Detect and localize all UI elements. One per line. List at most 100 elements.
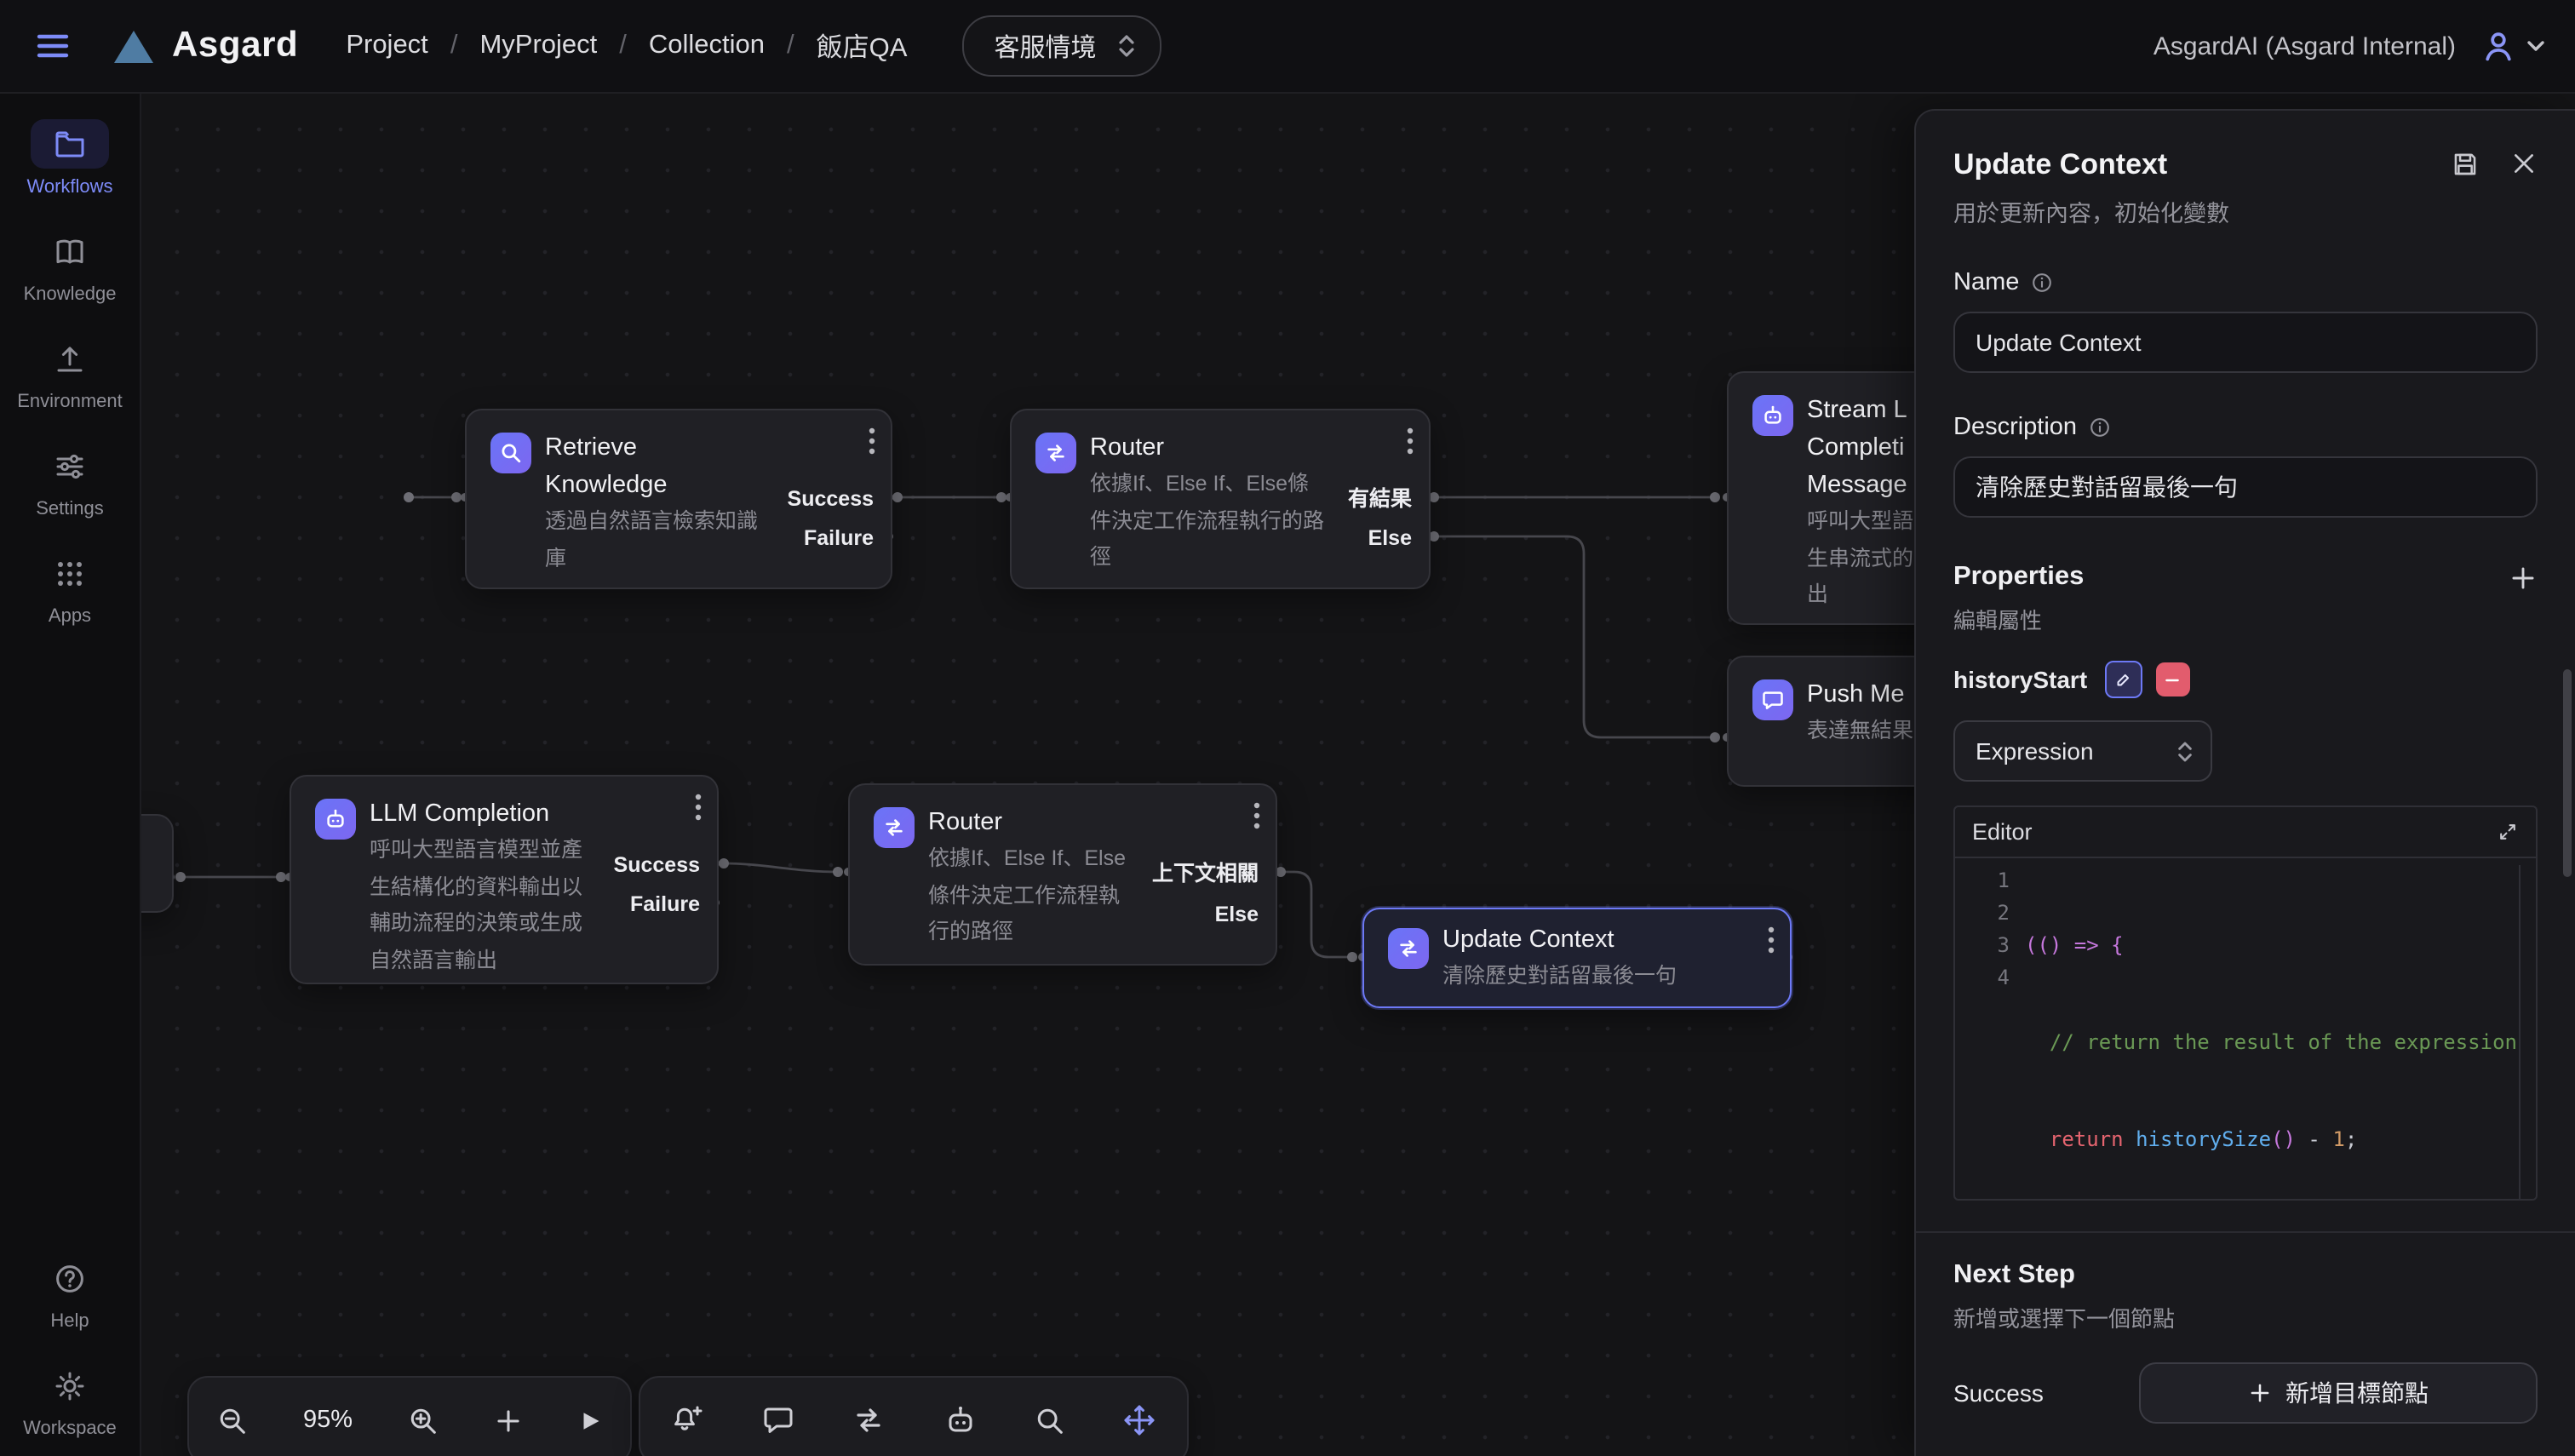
description-label: Description [1953, 414, 2077, 441]
sidebar-item-help[interactable]: Help [31, 1253, 109, 1332]
add-property-icon[interactable] [2509, 563, 2538, 592]
bot-icon [315, 799, 356, 840]
swap-icon[interactable] [852, 1403, 886, 1437]
bot-icon[interactable] [943, 1403, 977, 1437]
port-label-success: Success [788, 487, 874, 511]
sidebar-label: Environment [17, 392, 123, 412]
sidebar-item-workflows[interactable]: Workflows [26, 119, 112, 198]
add-icon[interactable] [494, 1406, 523, 1435]
zoom-out-icon[interactable] [216, 1404, 249, 1436]
plus-icon [2248, 1381, 2272, 1405]
name-label: Name [1953, 269, 2019, 296]
node-description: 徑 [1090, 540, 1412, 576]
sidebar-item-workspace[interactable]: Workspace [23, 1361, 117, 1439]
property-type-select[interactable]: Expression [1953, 720, 2212, 782]
scenario-select[interactable]: 客服情境 [961, 15, 1161, 77]
expand-icon[interactable] [2497, 821, 2519, 843]
breadcrumb-separator: / [450, 31, 458, 61]
sidebar-label: Settings [36, 499, 104, 519]
node-retrieve-knowledge[interactable]: Retrieve Knowledge 透過自然語言檢索知識 庫 Success … [465, 409, 892, 589]
sidebar-label: Apps [49, 606, 91, 627]
run-icon[interactable] [577, 1407, 603, 1433]
node-title: Router [928, 804, 1259, 841]
port-label-has-result: 有結果 [1348, 487, 1412, 511]
window-scrollbar[interactable] [2563, 669, 2572, 877]
add-target-node-button[interactable]: 新增目標節點 [2139, 1362, 2538, 1424]
node-title: Update Context [1442, 921, 1773, 959]
panel-divider [1916, 1231, 2575, 1233]
account-label: AsgardAI (Asgard Internal) [2153, 32, 2456, 60]
node-menu-icon[interactable] [1253, 802, 1260, 829]
property-name: historyStart [1953, 666, 2087, 693]
info-icon[interactable] [2029, 271, 2053, 295]
name-input[interactable] [1953, 312, 2538, 373]
description-input[interactable] [1953, 456, 2538, 518]
breadcrumb-separator: / [787, 31, 794, 61]
editor-heading: Editor [1972, 819, 2033, 845]
node-menu-icon[interactable] [869, 427, 875, 455]
account-chevron-down-icon[interactable] [2524, 34, 2548, 58]
sidebar-label: Workflows [26, 177, 112, 198]
editor-scrollbar[interactable] [2519, 865, 2536, 1199]
properties-heading: Properties [1953, 562, 2509, 593]
node-llm-completion[interactable]: LLM Completion 呼叫大型語言模型並產 生結構化的資料輸出以 輔助流… [290, 775, 719, 984]
breadcrumb-collection[interactable]: Collection [649, 31, 765, 61]
port-label-failure: Failure [804, 526, 874, 550]
book-icon [31, 226, 109, 276]
sidebar-item-settings[interactable]: Settings [31, 441, 109, 519]
swap-icon [874, 807, 915, 848]
close-icon[interactable] [2510, 150, 2538, 177]
breadcrumb-current[interactable]: 飯店QA [817, 27, 908, 65]
node-description: 行的路徑 [928, 914, 1259, 951]
node-menu-icon[interactable] [695, 794, 702, 821]
sidebar-label: Knowledge [24, 284, 117, 305]
select-chevrons-icon [2176, 738, 2194, 764]
breadcrumb-separator: / [619, 31, 627, 61]
node-partial[interactable] [140, 814, 174, 913]
grid-icon [31, 548, 109, 598]
folder-icon [31, 119, 109, 169]
node-router-top[interactable]: Router 依據If、Else If、Else條 件決定工作流程執行的路 徑 … [1010, 409, 1431, 589]
node-tools-toolbar [639, 1376, 1189, 1456]
next-step-heading: Next Step [1953, 1260, 2538, 1291]
sidebar-item-apps[interactable]: Apps [31, 548, 109, 627]
port-label-failure: Failure [630, 892, 700, 916]
node-config-panel: Update Context 用於更新內容，初始化變數 Name Descrip… [1914, 109, 2575, 1456]
zoom-in-icon[interactable] [407, 1404, 439, 1436]
node-menu-icon[interactable] [1407, 427, 1414, 455]
node-description: 清除歷史對話留最後一句 [1442, 959, 1773, 995]
line-numbers: 1 2 3 4 [1955, 865, 2025, 1199]
left-sidebar: Workflows Knowledge Environment Settings… [0, 92, 141, 1456]
bell-plus-icon[interactable] [671, 1403, 705, 1437]
search-icon [490, 433, 531, 473]
brand-title: Asgard [172, 26, 298, 66]
save-icon[interactable] [2451, 150, 2480, 179]
move-icon[interactable] [1122, 1403, 1156, 1437]
node-update-context[interactable]: Update Context 清除歷史對話留最後一句 [1362, 908, 1792, 1008]
breadcrumb-myproject[interactable]: MyProject [479, 31, 597, 61]
node-menu-icon[interactable] [1768, 926, 1775, 954]
top-bar: Asgard Project / MyProject / Collection … [0, 0, 2575, 94]
user-icon[interactable] [2480, 27, 2517, 65]
info-icon[interactable] [2087, 416, 2111, 439]
sidebar-item-environment[interactable]: Environment [17, 334, 123, 412]
breadcrumb-project[interactable]: Project [346, 31, 428, 61]
add-target-node-label: 新增目標節點 [2285, 1376, 2429, 1410]
search-icon[interactable] [1034, 1404, 1066, 1436]
port-label-else: Else [1215, 903, 1259, 926]
breadcrumb: Project / MyProject / Collection / 飯店QA [346, 27, 907, 65]
properties-subtitle: 編輯屬性 [1953, 603, 2538, 635]
node-title: LLM Completion [370, 795, 700, 833]
edit-property-icon[interactable] [2104, 661, 2142, 698]
code-editor[interactable]: 1 2 3 4 (() => { // return the result of… [1955, 858, 2536, 1199]
menu-icon[interactable] [34, 27, 72, 65]
swap-icon [1035, 433, 1076, 473]
bot-icon [1752, 395, 1793, 436]
upload-icon [31, 334, 109, 383]
chat-icon[interactable] [761, 1403, 795, 1437]
node-router-bottom[interactable]: Router 依據If、Else If、Else 條件決定工作流程執 行的路徑 … [848, 783, 1277, 966]
remove-property-icon[interactable] [2155, 662, 2189, 696]
zoom-toolbar: 95% [187, 1376, 632, 1456]
sidebar-item-knowledge[interactable]: Knowledge [24, 226, 117, 305]
port-label-success: Success [614, 853, 700, 877]
